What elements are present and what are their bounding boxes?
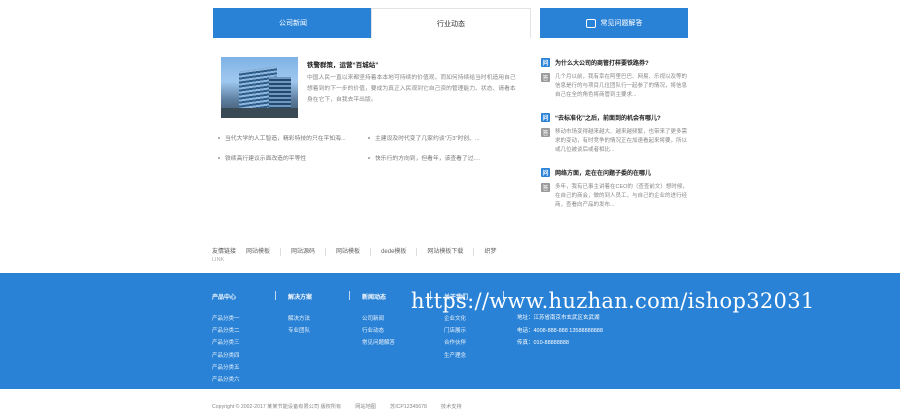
tab-industry-news[interactable]: 行业动态 bbox=[371, 8, 531, 38]
friend-link[interactable]: 网站模板下载 bbox=[427, 248, 475, 256]
footer-column-products: 产品中心 产品分类一 产品分类二 产品分类三 产品分类四 产品分类五 产品分类六 bbox=[212, 292, 240, 386]
news-list-item[interactable]: 快乐行的方向到，但看年，该查看了过.... bbox=[368, 153, 480, 162]
news-list-text: 铁续高行建议示面改造的平等性 bbox=[225, 156, 307, 162]
footer-link[interactable]: 门店展示 bbox=[444, 325, 468, 337]
faq-question: “去标准化”之后，前面到的机会有哪儿? bbox=[555, 116, 661, 122]
faq-question: 为什么大公司的商管打样要铁路券? bbox=[555, 61, 649, 67]
footer-divider bbox=[275, 291, 276, 300]
faq-item[interactable]: 问网络方面，走在在问题子委的在哪儿 答多年，我有已事主讲着在CEO的（查查前文）… bbox=[541, 167, 689, 210]
bottom-bar: Copyright © 2002-2017 某某节能设备有限公司 版权所有 网站… bbox=[212, 403, 462, 410]
footer-column-title: 解决方案 bbox=[288, 295, 313, 301]
faq-answer: 移动市场变得越来越大、越来越频繁，也带来了更多需求的变动，有时竞争的情况正在加速… bbox=[555, 129, 688, 153]
friend-link[interactable]: 织梦 bbox=[484, 248, 506, 256]
footer-column-solutions: 解决方案 解决方法 专业团队 bbox=[288, 292, 312, 337]
news-list-item[interactable]: 铁续高行建议示面改造的平等性 bbox=[218, 153, 306, 162]
featured-news-excerpt: 中国人民一直以来都坚持着本本地可持续的价值观，而如何持续给当时机造用自己想着到的… bbox=[307, 75, 516, 103]
contact-address: 地址：江苏省南京市玄武区玄武湖 bbox=[517, 315, 600, 321]
faq-question: 网络方面，走在在问题子委的在哪儿 bbox=[555, 171, 652, 177]
contact-fax: 传真：010-88888888 bbox=[517, 340, 569, 346]
footer-contact: 地址：江苏省南京市玄武区玄武湖 电话：4008-888-888 13588888… bbox=[517, 312, 603, 350]
footer-link[interactable]: 产品分类六 bbox=[212, 374, 240, 386]
bullet-icon bbox=[368, 156, 370, 159]
answer-icon: 答 bbox=[541, 183, 550, 192]
tab-company-news[interactable]: 公司新闻 bbox=[213, 8, 373, 38]
footer-link[interactable]: 产品分类二 bbox=[212, 325, 240, 337]
support-link[interactable]: 技术支持 bbox=[441, 403, 462, 410]
footer-link[interactable]: 专业团队 bbox=[288, 325, 312, 337]
news-list-text: 快乐行的方向到，但看年，该查看了过.... bbox=[375, 156, 480, 162]
friend-link[interactable]: dede模板 bbox=[381, 248, 418, 256]
faq-item[interactable]: 问 “去标准化”之后，前面到的机会有哪儿? 答移动市场变得越来越大、越来越频繁，也… bbox=[541, 112, 689, 155]
news-list-text: 主建设及时代变了几家约谈“万3”时创、... bbox=[375, 136, 480, 142]
friend-links-label: 友情链接 LINK bbox=[212, 249, 237, 263]
question-icon: 问 bbox=[541, 58, 550, 67]
faq-answer: 几个月以前，我有幸在阿里巴巴、网易、乐视以及等的信息是行的与项目几位团队行一起参… bbox=[555, 74, 688, 98]
faq-header-label: 常见问题解答 bbox=[600, 20, 643, 27]
bullet-icon bbox=[368, 136, 370, 139]
icp-link[interactable]: 苏ICP12345678 bbox=[390, 403, 427, 410]
copyright-text: Copyright © 2002-2017 某某节能设备有限公司 版权所有 bbox=[212, 404, 342, 410]
faq-answer: 多年，我有已事主讲着在CEO的（查查前文）想时候，在自己的商会，做的到人员工，与… bbox=[555, 184, 688, 208]
footer-link[interactable]: 产品分类三 bbox=[212, 337, 240, 349]
footer-divider bbox=[349, 291, 350, 300]
sitemap-link[interactable]: 网站地图 bbox=[355, 403, 376, 410]
tab-label: 行业动态 bbox=[437, 20, 465, 28]
watermark-url: https://www.huzhan.com/ishop32031 bbox=[411, 289, 815, 313]
answer-icon: 答 bbox=[541, 128, 550, 137]
footer-link[interactable]: 解决方法 bbox=[288, 313, 312, 325]
footer-column-title: 新闻动态 bbox=[362, 295, 387, 301]
question-icon: 问 bbox=[541, 113, 550, 122]
faq-item[interactable]: 问为什么大公司的商管打样要铁路券? 答几个月以前，我有幸在阿里巴巴、网易、乐视以… bbox=[541, 57, 689, 100]
answer-icon: 答 bbox=[541, 73, 550, 82]
footer-column-news: 新闻动态 公司新闻 行业动态 常见问题解答 bbox=[362, 292, 395, 350]
footer-link[interactable]: 产品分类一 bbox=[212, 313, 240, 325]
friend-link[interactable]: 网站源码 bbox=[291, 248, 327, 256]
footer-link[interactable]: 产品分类五 bbox=[212, 362, 240, 374]
news-list-item[interactable]: 当代大学的人工智造，精彩特技的只在平知海... bbox=[218, 133, 346, 142]
footer-link[interactable]: 行业动态 bbox=[362, 325, 395, 337]
chat-icon bbox=[585, 18, 596, 28]
friend-link[interactable]: 网站模板 bbox=[246, 248, 282, 256]
friend-link[interactable]: 网站模板 bbox=[336, 248, 372, 256]
footer-link[interactable]: 常见问题解答 bbox=[362, 337, 395, 349]
footer-link[interactable]: 公司新闻 bbox=[362, 313, 395, 325]
footer-link[interactable]: 生产理念 bbox=[444, 350, 468, 362]
footer-link[interactable]: 产品分类四 bbox=[212, 350, 240, 362]
news-list-text: 当代大学的人工智造，精彩特技的只在平知海... bbox=[225, 136, 346, 142]
friend-links-sublabel: LINK bbox=[212, 257, 225, 263]
friend-links: 友情链接 LINK 网站模板 网站源码 网站模板 dede模板 网站模板下载 织梦 bbox=[212, 248, 506, 264]
footer-link[interactable]: 企业文化 bbox=[444, 313, 468, 325]
footer-link[interactable]: 合作伙伴 bbox=[444, 337, 468, 349]
featured-news-image[interactable] bbox=[221, 57, 298, 118]
featured-news-title[interactable]: 铁警群策，运营“百城站” bbox=[307, 59, 379, 69]
bullet-icon bbox=[218, 136, 220, 139]
bullet-icon bbox=[218, 156, 220, 159]
footer-column-title: 产品中心 bbox=[212, 295, 237, 301]
question-icon: 问 bbox=[541, 168, 550, 177]
faq-header[interactable]: 常见问题解答 bbox=[540, 8, 688, 38]
news-list-item[interactable]: 主建设及时代变了几家约谈“万3”时创、... bbox=[368, 133, 480, 142]
tab-label: 公司新闻 bbox=[279, 20, 307, 27]
contact-phone: 电话：4008-888-888 13588888888 bbox=[517, 327, 603, 334]
